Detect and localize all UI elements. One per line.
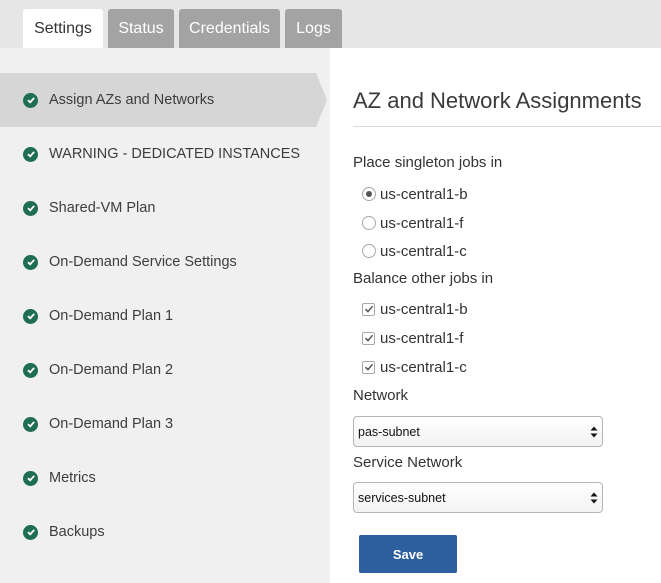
sidebar-item-assign-azs[interactable]: Assign AZs and Networks xyxy=(0,73,327,127)
balance-checkbox-f[interactable]: us-central1-f xyxy=(362,327,463,349)
sidebar-item-backups[interactable]: Backups xyxy=(0,505,316,559)
title-divider xyxy=(353,126,661,127)
radio-label: us-central1-f xyxy=(380,214,464,232)
checkbox-label: us-central1-b xyxy=(380,300,468,318)
sidebar-item-label: Assign AZs and Networks xyxy=(49,92,215,108)
service-network-select-value: services-subnet xyxy=(358,490,446,505)
sidebar-item-label: On-Demand Service Settings xyxy=(49,254,237,270)
checkbox-label: us-central1-f xyxy=(380,329,464,347)
sidebar-item-shared-vm-plan[interactable]: Shared-VM Plan xyxy=(0,181,316,235)
check-circle-icon xyxy=(23,362,38,378)
network-select[interactable]: pas-subnet xyxy=(353,416,603,447)
sidebar-item-label: Backups xyxy=(49,524,105,540)
network-select-value: pas-subnet xyxy=(358,424,420,439)
save-button[interactable]: Save xyxy=(359,535,457,573)
sidebar-item-on-demand-plan-3[interactable]: On-Demand Plan 3 xyxy=(0,397,316,451)
radio-label: us-central1-b xyxy=(380,185,468,203)
service-network-label: Service Network xyxy=(353,454,463,471)
singleton-radio-b[interactable]: us-central1-b xyxy=(362,183,468,205)
main-panel: AZ and Network Assignments Place singlet… xyxy=(330,48,661,583)
checkbox-label: us-central1-c xyxy=(380,358,467,376)
check-circle-icon xyxy=(23,146,38,162)
balance-checkbox-c[interactable]: us-central1-c xyxy=(362,356,467,378)
singleton-radio-f[interactable]: us-central1-f xyxy=(362,212,463,234)
service-network-select[interactable]: services-subnet xyxy=(353,482,603,513)
sidebar-item-metrics[interactable]: Metrics xyxy=(0,451,316,505)
radio-icon xyxy=(362,244,376,258)
sidebar-item-on-demand-settings[interactable]: On-Demand Service Settings xyxy=(0,235,316,289)
network-label: Network xyxy=(353,387,409,404)
radio-icon xyxy=(362,216,376,230)
tab-bar: Settings Status Credentials Logs xyxy=(0,0,661,48)
tab-logs[interactable]: Logs xyxy=(285,9,342,48)
check-circle-icon xyxy=(23,308,38,324)
sidebar-item-warning-dedicated[interactable]: WARNING - DEDICATED INSTANCES xyxy=(0,127,316,181)
check-circle-icon xyxy=(23,470,38,486)
sidebar-item-on-demand-plan-2[interactable]: On-Demand Plan 2 xyxy=(0,343,316,397)
page-title: AZ and Network Assignments xyxy=(353,88,642,113)
balance-checkbox-b[interactable]: us-central1-b xyxy=(362,298,468,320)
radio-label: us-central1-c xyxy=(380,242,467,260)
check-circle-icon xyxy=(23,524,38,540)
check-circle-icon xyxy=(23,200,38,216)
radio-selected-icon xyxy=(362,187,376,201)
sidebar-item-label: WARNING - DEDICATED INSTANCES xyxy=(49,146,301,162)
sidebar: Assign AZs and Networks WARNING - DEDICA… xyxy=(0,48,330,583)
checkbox-checked-icon xyxy=(362,302,375,316)
checkbox-checked-icon xyxy=(362,360,375,374)
singleton-label: Place singleton jobs in xyxy=(353,154,503,171)
tab-credentials[interactable]: Credentials xyxy=(179,9,280,48)
check-circle-icon xyxy=(23,416,38,432)
sidebar-item-label: On-Demand Plan 3 xyxy=(49,416,174,432)
select-arrows-icon xyxy=(590,492,598,504)
check-circle-icon xyxy=(23,254,38,270)
check-circle-icon xyxy=(23,92,38,108)
tab-settings[interactable]: Settings xyxy=(23,9,103,48)
select-arrows-icon xyxy=(590,426,598,438)
sidebar-item-label: On-Demand Plan 1 xyxy=(49,308,174,324)
balance-label: Balance other jobs in xyxy=(353,270,494,287)
sidebar-item-label: Metrics xyxy=(49,470,96,486)
sidebar-item-label: Shared-VM Plan xyxy=(49,200,156,216)
sidebar-item-on-demand-plan-1[interactable]: On-Demand Plan 1 xyxy=(0,289,316,343)
checkbox-checked-icon xyxy=(362,331,375,345)
singleton-radio-c[interactable]: us-central1-c xyxy=(362,240,467,262)
sidebar-item-label: On-Demand Plan 2 xyxy=(49,362,174,378)
tab-status[interactable]: Status xyxy=(108,9,174,48)
